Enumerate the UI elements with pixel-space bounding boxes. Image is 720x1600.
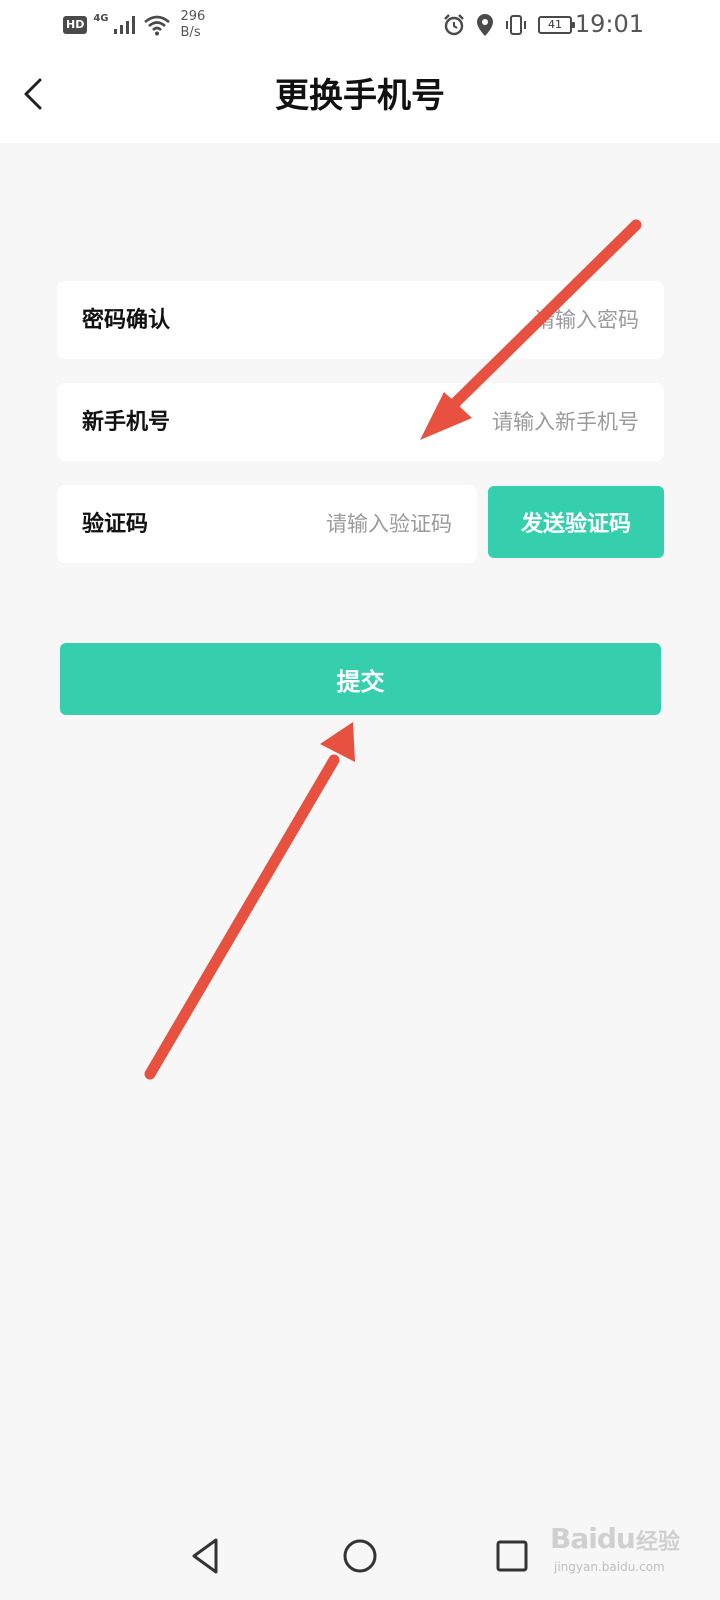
send-code-button[interactable]: 发送验证码 xyxy=(488,486,664,558)
clock: 19:01 xyxy=(574,10,644,38)
baidu-jingyan-watermark: Baidu 经验 jingyan.baidu.com xyxy=(550,1522,690,1592)
status-bar: HD 4G 296 B/s 41 19:01 xyxy=(0,0,720,50)
square-recents-icon xyxy=(496,1540,528,1572)
vibrate-icon xyxy=(506,15,526,35)
circle-home-icon xyxy=(343,1539,377,1573)
battery-indicator: 41 xyxy=(538,16,575,34)
hd-badge: HD xyxy=(63,16,88,34)
signal-icon xyxy=(113,16,135,34)
verification-code-field-label: 验证码 xyxy=(82,511,149,537)
annotation-overlay xyxy=(144,219,642,1080)
password-field-row: 密码确认 xyxy=(57,281,664,359)
verification-code-input[interactable] xyxy=(207,499,452,549)
page-title: 更换手机号 xyxy=(275,76,445,116)
network-speed: 296 B/s xyxy=(181,9,206,41)
nav-back-button[interactable] xyxy=(182,1532,230,1580)
verification-code-field-row: 验证码 xyxy=(57,485,477,563)
submit-button[interactable]: 提交 xyxy=(60,643,661,715)
alarm-icon xyxy=(444,14,464,36)
watermark-brand-cn: 经验 xyxy=(636,1530,681,1555)
new-phone-field-row: 新手机号 xyxy=(57,383,664,461)
new-phone-input[interactable] xyxy=(257,397,639,447)
watermark-brand: Baidu xyxy=(550,1522,636,1555)
annotation-arrow-to-submit-button xyxy=(144,722,355,1080)
wifi-icon xyxy=(143,15,170,36)
location-icon xyxy=(477,14,493,36)
header-bar: 更换手机号 xyxy=(0,50,720,143)
triangle-back-icon xyxy=(192,1538,218,1574)
status-left-group: HD 4G 296 B/s xyxy=(63,8,205,42)
password-field-label: 密码确认 xyxy=(82,307,171,333)
password-input[interactable] xyxy=(257,295,639,345)
network-speed-value: 296 xyxy=(180,9,206,24)
nav-recents-button[interactable] xyxy=(488,1532,536,1580)
watermark-url: jingyan.baidu.com xyxy=(554,1560,665,1574)
status-right-group: 41 xyxy=(442,8,575,42)
network-type-label: 4G xyxy=(93,12,109,24)
new-phone-field-label: 新手机号 xyxy=(82,409,171,435)
nav-home-button[interactable] xyxy=(336,1532,384,1580)
network-speed-unit: B/s xyxy=(180,25,201,40)
